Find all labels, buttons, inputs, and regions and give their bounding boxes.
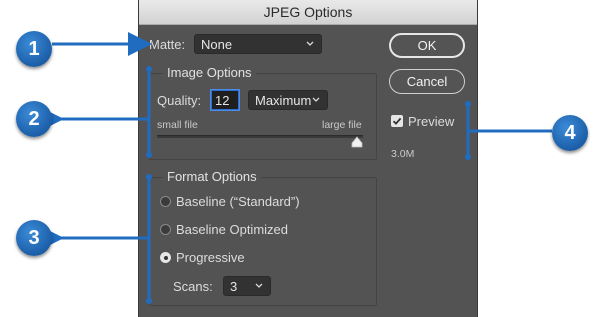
callout-3-dot-bottom [146,298,152,304]
callout-2-dot-bottom [146,152,152,158]
callout-2-dot-top [146,66,152,72]
callout-lines [40,32,552,304]
callout-1: 1 [16,31,52,67]
callout-2: 2 [16,101,52,137]
callout-3: 3 [16,220,52,256]
callout-4-dot-top [465,101,471,107]
callout-4: 4 [552,115,588,151]
callout-4-dot-bottom [465,154,471,160]
callout-3-dot-top [146,174,152,180]
